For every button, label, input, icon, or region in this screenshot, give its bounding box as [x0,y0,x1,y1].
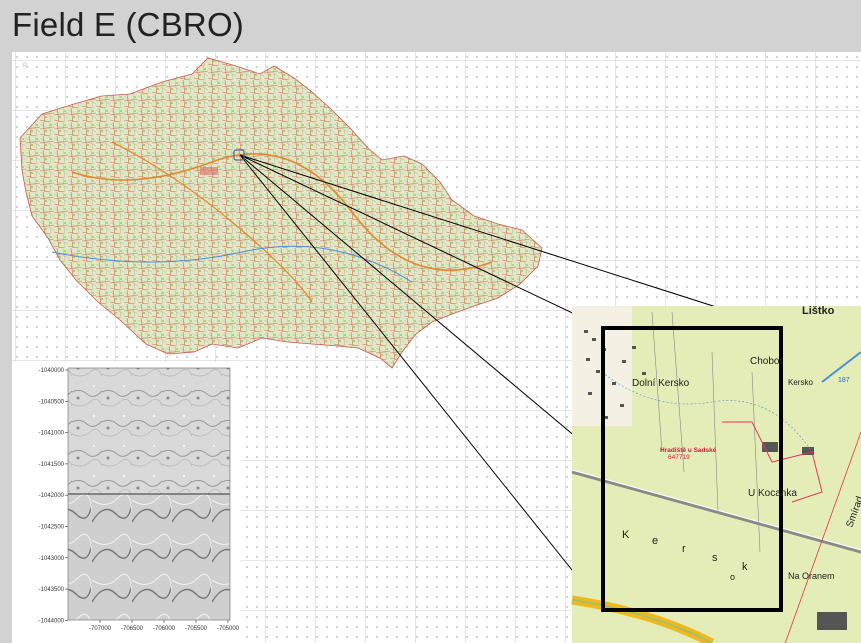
detail-top-label: Lištko [802,305,835,317]
y-tick-label: -1041000 [39,431,65,437]
x-tick-label: -706500 [121,626,144,632]
y-tick-label: -1040500 [39,399,65,405]
detail-map-label: 187 [838,377,850,384]
x-tick-label: -706000 [153,626,176,632]
y-tick-label: -1041500 [39,462,65,468]
detail-map-label: Smírad [844,495,861,529]
x-tick-label: -707000 [89,626,112,632]
text-layer: -1040000 -1040500 -1041000 -1041500 -1042000… [39,305,861,632]
detail-map-label: s [712,552,718,564]
y-tick-label: -1040000 [39,368,65,374]
detail-map-label: r [682,543,686,555]
canvas[interactable]: ⌕ -1040000 -1040500 -1041000 -1041500 -10420… [12,52,861,643]
detail-map-label: Chobot [750,356,782,367]
y-tick-label: -1043000 [39,556,65,562]
detail-map-label: o [730,572,735,582]
page-title: Field E (CBRO) [12,6,244,43]
detail-map-label: e [652,535,658,547]
detail-map-label: k [742,561,748,573]
detail-map-label: K [622,529,630,541]
y-tick-label: -1043500 [39,587,65,593]
y-tick-label: -1042000 [39,493,65,499]
y-tick-label: -1044000 [39,618,65,624]
detail-map-label: Kersko [788,378,813,387]
detail-map-label: Dolní Kersko [632,378,690,389]
detail-map-label: U Kocanka [748,488,797,499]
detail-map-label: Hradiště u Sadské [660,447,717,454]
y-tick-label: -1042500 [39,525,65,531]
detail-map-label: Na Oranem [788,571,835,581]
x-tick-label: -705500 [185,626,208,632]
x-tick-label: -705000 [217,626,240,632]
detail-map-label: 647719 [668,454,690,461]
